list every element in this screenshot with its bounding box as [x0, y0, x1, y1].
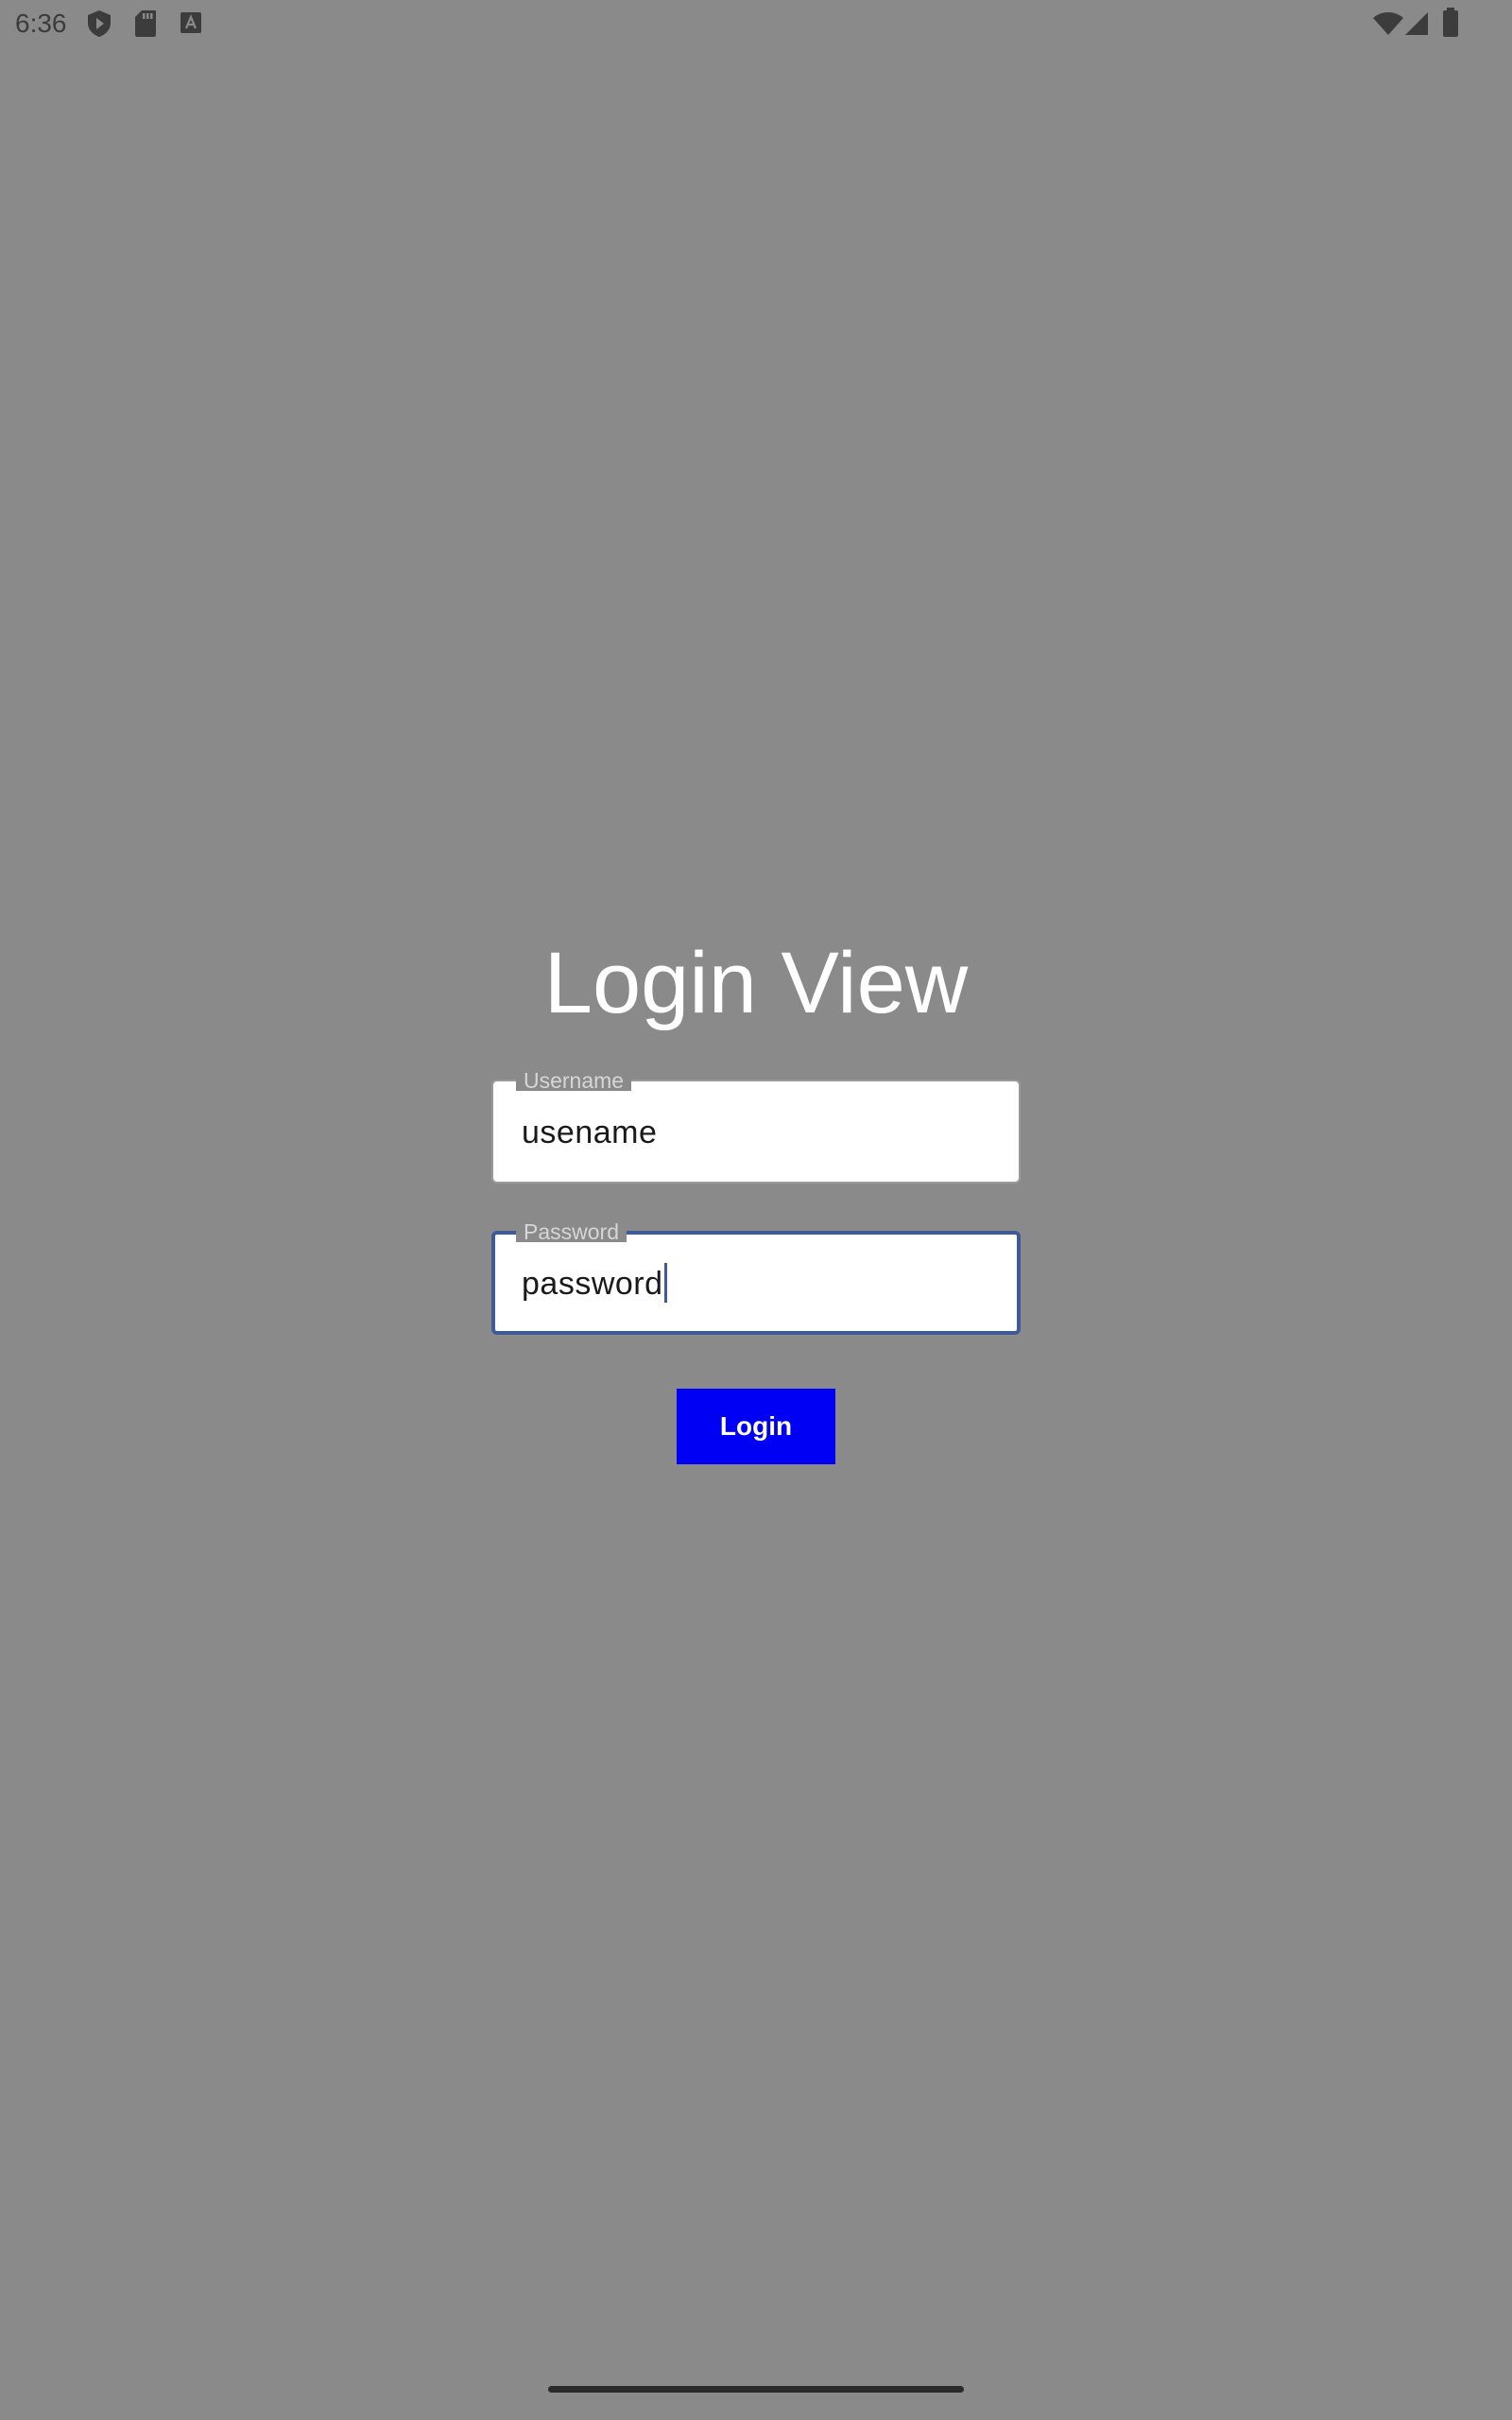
username-input-value[interactable]: usename — [522, 1112, 657, 1153]
cell-signal-icon — [1405, 12, 1428, 35]
login-button[interactable]: Login — [677, 1389, 835, 1464]
home-indicator[interactable] — [548, 2386, 964, 2393]
status-time: 6:36 — [15, 9, 67, 38]
sd-card-icon — [135, 10, 156, 37]
password-field[interactable]: Password password — [491, 1219, 1021, 1335]
wifi-icon — [1373, 12, 1403, 35]
status-bar: 6:36 — [0, 0, 1512, 47]
text-cursor — [663, 1263, 667, 1304]
password-label: Password — [516, 1219, 627, 1244]
battery-icon — [1443, 8, 1458, 37]
page-title: Login View — [543, 935, 969, 1031]
password-input-value[interactable]: password — [522, 1263, 667, 1305]
password-text: password — [522, 1266, 663, 1302]
username-field[interactable]: Username usename — [491, 1068, 1021, 1184]
font-a-icon — [180, 12, 201, 33]
shield-play-icon — [88, 10, 111, 37]
username-label: Username — [516, 1068, 632, 1093]
